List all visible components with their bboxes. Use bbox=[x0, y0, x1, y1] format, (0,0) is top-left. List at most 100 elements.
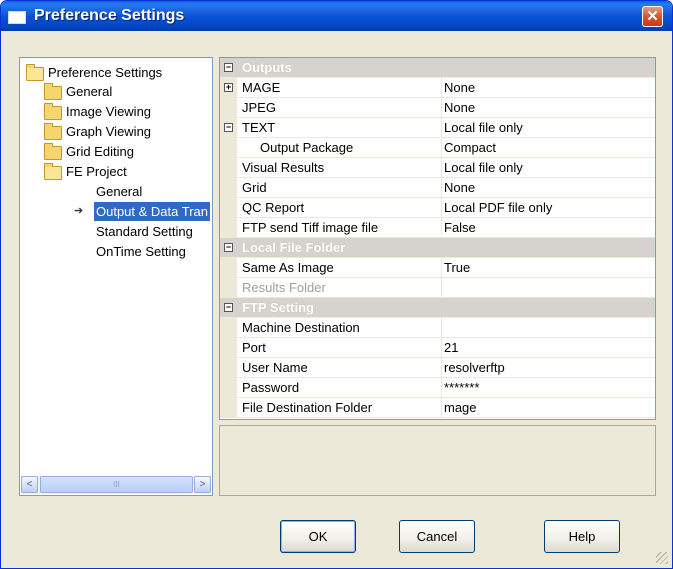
expand-icon[interactable]: + bbox=[224, 83, 233, 92]
collapse-icon[interactable]: − bbox=[224, 303, 233, 312]
property-value[interactable]: True bbox=[441, 258, 655, 277]
property-row[interactable]: QC Report Local PDF file only bbox=[220, 198, 655, 218]
property-name: QC Report bbox=[242, 200, 305, 215]
row-gutter bbox=[220, 318, 237, 337]
property-row[interactable]: Visual Results Local file only bbox=[220, 158, 655, 178]
property-value[interactable]: None bbox=[441, 78, 655, 97]
property-name: Results Folder bbox=[242, 280, 326, 295]
tree-item-label: FE Project bbox=[66, 164, 127, 179]
collapse-icon[interactable]: − bbox=[224, 123, 233, 132]
window-title: Preference Settings bbox=[34, 7, 185, 24]
property-value[interactable] bbox=[441, 278, 655, 297]
property-name: JPEG bbox=[242, 100, 276, 115]
tree-item-label: Output & Data Tran bbox=[94, 202, 211, 221]
tree-item[interactable]: Grid Editing bbox=[20, 142, 212, 161]
title-bar[interactable]: Preference Settings ✕ bbox=[1, 1, 672, 31]
property-name: Port bbox=[242, 340, 266, 355]
property-name: Output Package bbox=[260, 140, 354, 155]
property-row[interactable]: User Name resolverftp bbox=[220, 358, 655, 378]
row-gutter bbox=[220, 98, 237, 117]
property-row[interactable]: JPEG None bbox=[220, 98, 655, 118]
row-gutter bbox=[220, 158, 237, 177]
property-value[interactable]: Local file only bbox=[441, 118, 655, 137]
property-row[interactable]: Results Folder bbox=[220, 278, 655, 298]
property-name: Same As Image bbox=[242, 260, 334, 275]
row-gutter bbox=[220, 358, 237, 377]
row-gutter bbox=[220, 218, 237, 237]
scroll-thumb[interactable]: III bbox=[40, 476, 193, 493]
collapse-icon[interactable]: − bbox=[224, 243, 233, 252]
folder-open-icon bbox=[26, 64, 44, 81]
folder-icon bbox=[44, 83, 62, 100]
scroll-left-button[interactable]: < bbox=[21, 476, 38, 493]
row-gutter bbox=[220, 338, 237, 357]
tree-item-label: General bbox=[96, 184, 143, 199]
property-category-row[interactable]: − FTP Setting bbox=[220, 298, 655, 318]
property-value[interactable] bbox=[441, 318, 655, 337]
property-value[interactable]: ******* bbox=[441, 378, 655, 397]
settings-tree[interactable]: Preference Settings General Image Viewing G… bbox=[19, 57, 213, 496]
folder-icon bbox=[44, 143, 62, 160]
scroll-right-button[interactable]: > bbox=[194, 476, 211, 493]
folder-open-icon bbox=[44, 163, 62, 180]
property-category-row[interactable]: − Outputs bbox=[220, 58, 655, 78]
help-button[interactable]: Help bbox=[544, 520, 620, 553]
resize-grip[interactable] bbox=[656, 552, 668, 564]
row-gutter bbox=[220, 398, 237, 417]
row-gutter bbox=[220, 178, 237, 197]
property-name: Grid bbox=[242, 180, 267, 195]
property-value[interactable]: mage bbox=[441, 398, 655, 417]
row-gutter bbox=[220, 378, 237, 397]
property-name: Machine Destination bbox=[242, 320, 360, 335]
property-row[interactable]: Output Package Compact bbox=[220, 138, 655, 158]
property-name: FTP Setting bbox=[242, 300, 314, 315]
tree-item[interactable]: General bbox=[20, 182, 212, 201]
property-row[interactable]: Port 21 bbox=[220, 338, 655, 358]
tree-item[interactable]: General bbox=[20, 82, 212, 101]
tree-item[interactable]: Graph Viewing bbox=[20, 122, 212, 141]
property-name: User Name bbox=[242, 360, 308, 375]
tree-item[interactable]: OnTime Setting bbox=[20, 242, 212, 261]
property-value[interactable]: False bbox=[441, 218, 655, 237]
property-grid[interactable]: − Outputs + MAGE None JPEG None − TEXT Local file… bbox=[219, 57, 656, 420]
property-row[interactable]: + MAGE None bbox=[220, 78, 655, 98]
property-value[interactable]: resolverftp bbox=[441, 358, 655, 377]
tree-horizontal-scrollbar[interactable]: < III > bbox=[21, 476, 211, 494]
property-value[interactable]: Local file only bbox=[441, 158, 655, 177]
property-name: MAGE bbox=[242, 80, 281, 95]
tree-item-label: Standard Setting bbox=[96, 224, 193, 239]
property-row[interactable]: Password ******* bbox=[220, 378, 655, 398]
property-name: Password bbox=[242, 380, 300, 395]
tree-item[interactable]: Standard Setting bbox=[20, 222, 212, 241]
folder-icon bbox=[44, 123, 62, 140]
property-category-row[interactable]: − Local File Folder bbox=[220, 238, 655, 258]
cancel-button[interactable]: Cancel bbox=[399, 520, 475, 553]
property-value[interactable]: Local PDF file only bbox=[441, 198, 655, 217]
tree-item-label: OnTime Setting bbox=[96, 244, 186, 259]
tree-item[interactable]: Image Viewing bbox=[20, 102, 212, 121]
row-gutter bbox=[220, 258, 237, 277]
property-name: TEXT bbox=[242, 120, 276, 135]
property-value[interactable]: None bbox=[441, 178, 655, 197]
property-row[interactable]: File Destination Folder mage bbox=[220, 398, 655, 418]
property-name: Outputs bbox=[242, 60, 292, 75]
tree-item[interactable]: ➔ Output & Data Tran bbox=[20, 202, 212, 221]
row-gutter bbox=[220, 278, 237, 297]
tree-item[interactable]: FE Project bbox=[20, 162, 212, 181]
property-value[interactable]: None bbox=[441, 98, 655, 117]
property-row[interactable]: Grid None bbox=[220, 178, 655, 198]
property-value[interactable]: 21 bbox=[441, 338, 655, 357]
ok-button[interactable]: OK bbox=[280, 520, 356, 553]
row-gutter bbox=[220, 198, 237, 217]
tree-item-label: General bbox=[66, 84, 113, 99]
property-row[interactable]: FTP send Tiff image file False bbox=[220, 218, 655, 238]
close-button[interactable]: ✕ bbox=[642, 6, 663, 27]
property-name: FTP send Tiff image file bbox=[242, 220, 379, 235]
property-row[interactable]: − TEXT Local file only bbox=[220, 118, 655, 138]
property-value[interactable]: Compact bbox=[441, 138, 655, 157]
collapse-icon[interactable]: − bbox=[224, 63, 233, 72]
tree-item[interactable]: Preference Settings bbox=[20, 63, 212, 82]
preference-settings-dialog: Preference Settings ✕ Preference Setting… bbox=[0, 0, 673, 569]
property-row[interactable]: Same As Image True bbox=[220, 258, 655, 278]
property-row[interactable]: Machine Destination bbox=[220, 318, 655, 338]
